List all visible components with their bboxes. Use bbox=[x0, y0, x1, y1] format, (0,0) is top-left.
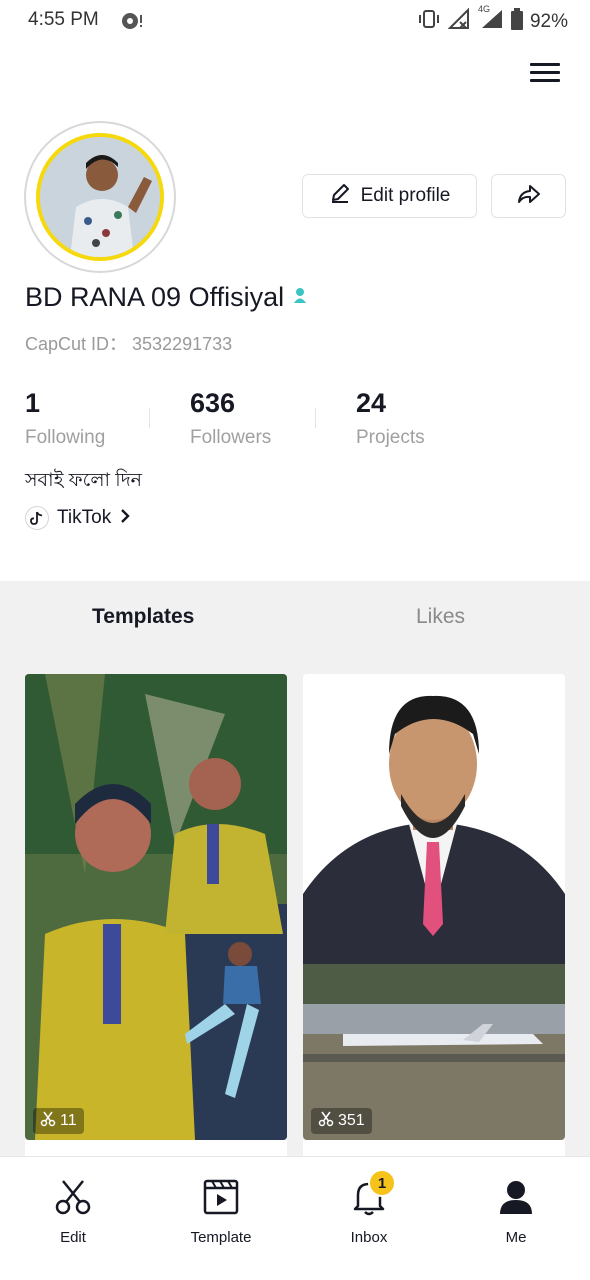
nav-me[interactable]: Me bbox=[461, 1177, 571, 1246]
content-section: Templates Likes 11 351 bbox=[0, 581, 590, 1156]
stat-followers-value: 636 bbox=[190, 388, 236, 418]
profile-name: BD RANA 09 Offisiyal bbox=[25, 282, 285, 312]
capcut-id[interactable]: CapCut ID： 3532291733 bbox=[25, 330, 232, 356]
template-card-info bbox=[25, 1140, 287, 1156]
hamburger-menu-icon[interactable] bbox=[526, 58, 564, 92]
media-notification-icon bbox=[120, 10, 144, 37]
tab-templates[interactable]: Templates bbox=[92, 605, 194, 629]
template-thumbnail bbox=[25, 674, 287, 1140]
scissors-icon bbox=[318, 1111, 334, 1132]
inbox-notification-badge: 1 bbox=[368, 1169, 396, 1197]
tiktok-link-label: TikTok bbox=[57, 507, 112, 528]
bottom-navigation: Edit Template 1 Inbox Me bbox=[0, 1156, 590, 1280]
signal-4g-icon: 4G bbox=[478, 4, 504, 35]
battery-icon bbox=[510, 8, 524, 35]
network-type-label: 4G bbox=[477, 4, 490, 14]
stat-projects[interactable]: 24 Projects bbox=[356, 388, 425, 449]
stat-following[interactable]: 1 Following bbox=[25, 388, 105, 449]
person-icon bbox=[497, 1177, 535, 1217]
avatar[interactable] bbox=[24, 121, 176, 273]
edit-profile-label: Edit profile bbox=[360, 185, 451, 206]
status-icons: 4G 92% bbox=[416, 4, 568, 35]
nav-edit-label: Edit bbox=[60, 1229, 86, 1246]
template-use-count-value: 351 bbox=[338, 1112, 365, 1129]
nav-inbox-label: Inbox bbox=[350, 1229, 388, 1246]
stat-projects-value: 24 bbox=[356, 388, 387, 418]
avatar-photo bbox=[36, 133, 164, 261]
nav-me-label: Me bbox=[505, 1229, 527, 1246]
status-time: 4:55 PM bbox=[28, 9, 99, 30]
vibrate-icon bbox=[416, 9, 442, 34]
verified-user-icon bbox=[292, 286, 308, 309]
template-use-count: 351 bbox=[311, 1108, 372, 1134]
template-card-info bbox=[303, 1140, 565, 1156]
stat-divider bbox=[149, 408, 150, 428]
status-bar: 4:55 PM 4G 92% bbox=[0, 0, 590, 40]
scissors-icon bbox=[40, 1111, 56, 1132]
profile-bio: সবাই ফলো দিন bbox=[25, 470, 143, 491]
chevron-right-icon bbox=[119, 508, 131, 529]
stat-following-value: 1 bbox=[25, 388, 41, 418]
battery-percentage: 92% bbox=[529, 10, 568, 32]
tiktok-icon bbox=[25, 506, 49, 530]
profile-stats: 1 Following 636 Followers 24 Projects bbox=[25, 388, 545, 452]
nav-inbox[interactable]: 1 Inbox bbox=[314, 1169, 424, 1246]
stat-projects-label: Projects bbox=[356, 427, 425, 448]
signal-no-service-icon bbox=[447, 7, 472, 35]
nav-template-label: Template bbox=[190, 1229, 252, 1246]
template-card[interactable]: 351 bbox=[303, 674, 565, 1140]
profile-name-row: BD RANA 09 Offisiyal bbox=[25, 282, 308, 313]
stat-followers-label: Followers bbox=[190, 427, 272, 448]
stat-divider bbox=[315, 408, 316, 428]
template-use-count: 11 bbox=[33, 1108, 84, 1134]
share-button[interactable] bbox=[491, 174, 566, 218]
share-arrow-icon bbox=[516, 183, 542, 210]
template-icon bbox=[202, 1177, 240, 1217]
edit-profile-button[interactable]: Edit profile bbox=[302, 174, 477, 218]
template-use-count-value: 11 bbox=[60, 1112, 77, 1129]
scissors-icon bbox=[54, 1177, 92, 1217]
tab-likes[interactable]: Likes bbox=[416, 605, 465, 629]
nav-edit[interactable]: Edit bbox=[18, 1177, 128, 1246]
stat-followers[interactable]: 636 Followers bbox=[190, 388, 271, 449]
tiktok-link[interactable]: TikTok bbox=[25, 506, 131, 530]
stat-following-label: Following bbox=[25, 427, 106, 448]
bell-icon: 1 bbox=[350, 1169, 396, 1217]
pencil-icon bbox=[329, 182, 351, 210]
template-card[interactable]: 11 bbox=[25, 674, 287, 1140]
template-thumbnail bbox=[303, 674, 565, 1140]
nav-template[interactable]: Template bbox=[166, 1177, 276, 1246]
